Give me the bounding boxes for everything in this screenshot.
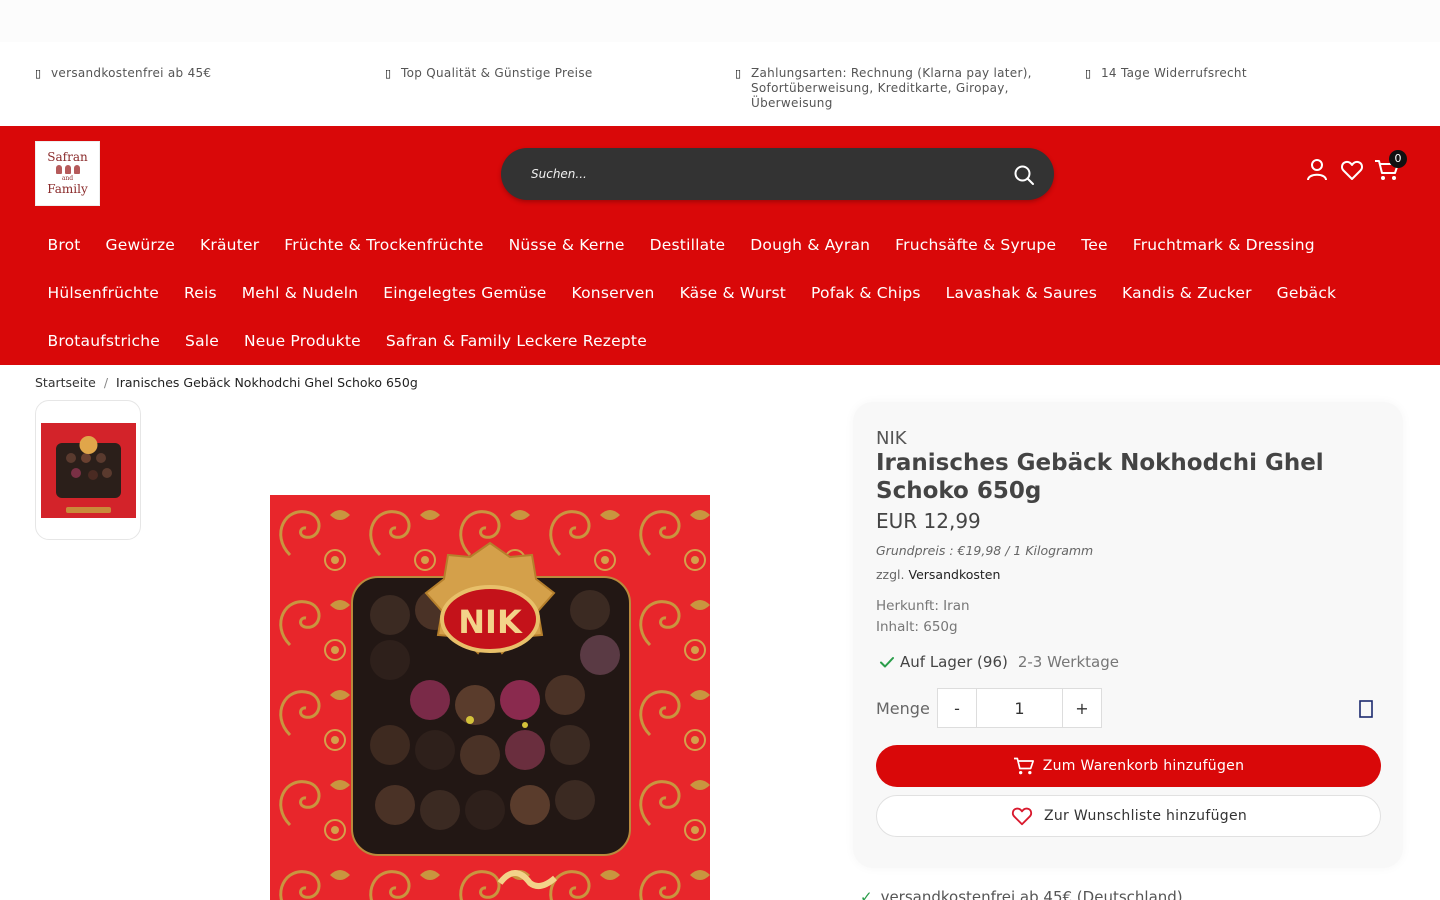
shipping-usp-text: versandkostenfrei ab 45€ (Deutschland): [880, 888, 1183, 900]
quantity-decrease-button[interactable]: -: [937, 688, 977, 728]
product-thumbnail[interactable]: [35, 400, 141, 540]
product-image: NIK: [270, 495, 710, 900]
base-price: Grundpreis : €19,98 / 1 Kilogramm: [876, 543, 1094, 558]
breadcrumb-home-link[interactable]: Startseite: [35, 375, 96, 390]
nav-item[interactable]: Fruchtmark & Dressing: [1120, 236, 1327, 254]
nav-item[interactable]: Eingelegtes Gemüse: [371, 284, 559, 302]
product-content: Inhalt: 650g: [876, 619, 958, 635]
add-to-cart-label: Zum Warenkorb hinzufügen: [1042, 758, 1245, 774]
usp-item: ▯ Top Qualität & Günstige Preise: [385, 66, 711, 81]
site-header: Safran and Family 0 BrotGewürzeKräuterFr…: [0, 126, 1440, 365]
delivery-time: 2-3 Werktage: [1017, 653, 1119, 671]
quantity-stepper: - +: [937, 688, 1102, 728]
nav-row: Brot Gewürze Kräuter Früchte & Trockenfrüch…: [35, 221, 1415, 269]
add-to-wishlist-button[interactable]: Zur Wunschliste hinzufügen: [876, 795, 1381, 837]
usp-item: ▯ versandkostenfrei ab 45€: [35, 66, 361, 81]
check-icon: ▯: [735, 67, 742, 80]
product-main-image[interactable]: NIK: [270, 495, 710, 900]
main-navigation: Brot Gewürze Kräuter Früchte & Trockenfrüch…: [35, 221, 1415, 365]
stock-status: Auf Lager (96) 2-3 Werktage: [878, 653, 1119, 671]
nav-item[interactable]: Neue Produkte: [232, 332, 374, 350]
nav-item[interactable]: Mehl & Nudeln: [229, 284, 371, 302]
usp-text: versandkostenfrei ab 45€: [51, 66, 212, 80]
account-icon[interactable]: [1306, 158, 1328, 182]
usp-item: ▯ 14 Tage Widerrufsrecht: [1085, 66, 1411, 81]
breadcrumb-separator: /: [103, 375, 109, 390]
check-icon: ▯: [385, 67, 392, 80]
product-price: EUR 12,99: [876, 509, 981, 533]
nav-item[interactable]: Dough & Ayran: [738, 236, 883, 254]
usp-text: Top Qualität & Günstige Preise: [401, 66, 593, 80]
nav-item[interactable]: Destillate: [637, 236, 738, 254]
checkmark-icon: ✓: [860, 888, 873, 900]
add-to-wishlist-label: Zur Wunschliste hinzufügen: [1043, 808, 1248, 824]
nav-item[interactable]: Hülsenfrüchte: [35, 284, 171, 302]
nav-row: Brotaufstriche Sale Neue Produkte Safran & …: [35, 317, 1415, 365]
nav-item[interactable]: Kräuter: [188, 236, 272, 254]
shipping-note: zzgl. Versandkosten: [876, 567, 1000, 582]
quantity-increase-button[interactable]: +: [1062, 688, 1102, 728]
search-bar: [501, 148, 1054, 200]
add-to-cart-button[interactable]: Zum Warenkorb hinzufügen: [876, 745, 1381, 787]
shipping-prefix: zzgl.: [876, 567, 905, 582]
nav-item[interactable]: Sale: [173, 332, 232, 350]
box-logo-text: NIK: [458, 603, 523, 641]
shipping-costs-link[interactable]: Versandkosten: [909, 567, 1001, 582]
check-icon: ▯: [1085, 67, 1092, 80]
nav-item[interactable]: Brot: [35, 236, 93, 254]
breadcrumb: Startseite / Iranisches Gebäck Nokhodchi…: [35, 375, 418, 390]
cart-count-badge: 0: [1389, 150, 1407, 168]
product-meta: Herkunft: Iran Inhalt: 650g: [876, 596, 970, 638]
nav-item[interactable]: Reis: [171, 284, 229, 302]
nav-item[interactable]: Käse & Wurst: [667, 284, 798, 302]
heart-icon: [1011, 807, 1033, 826]
nav-item[interactable]: Gewürze: [93, 236, 188, 254]
usp-bar: ▯ versandkostenfrei ab 45€ ▯ Top Qualitä…: [0, 42, 1440, 126]
nav-item[interactable]: Safran & Family Leckere Rezepte: [373, 332, 659, 350]
nav-item[interactable]: Fruchsäfte & Syrupe: [883, 236, 1069, 254]
product-brand[interactable]: NIK: [876, 428, 907, 449]
search-input[interactable]: [531, 148, 991, 200]
nav-row: Hülsenfrüchte Reis Mehl & Nudeln Eingelegte…: [35, 269, 1415, 317]
nav-item[interactable]: Tee: [1069, 236, 1121, 254]
shipping-usp: ✓ versandkostenfrei ab 45€ (Deutschland): [860, 888, 1183, 900]
wishlist-heart-icon[interactable]: [1340, 158, 1364, 182]
quantity-input[interactable]: [977, 688, 1062, 728]
product-origin: Herkunft: Iran: [876, 598, 970, 614]
usp-item: ▯ Zahlungsarten: Rechnung (Klarna pay la…: [735, 66, 1061, 111]
stock-text: Auf Lager (96): [900, 653, 1008, 671]
check-icon: ▯: [35, 67, 42, 80]
site-logo[interactable]: Safran and Family: [35, 141, 100, 206]
usp-text: Zahlungsarten: Rechnung (Klarna pay late…: [751, 66, 1032, 110]
logo-figures: [55, 165, 80, 174]
compare-icon[interactable]: [1359, 700, 1373, 718]
nav-item[interactable]: Pofak & Chips: [799, 284, 934, 302]
top-strip: [0, 0, 1440, 42]
product-title: Iranisches Gebäck Nokhodchi Ghel Schoko …: [876, 450, 1324, 504]
product-info-panel: NIK Iranisches Gebäck Nokhodchi Ghel Sch…: [853, 402, 1403, 868]
nav-item[interactable]: Kandis & Zucker: [1109, 284, 1264, 302]
nav-item[interactable]: Früchte & Trockenfrüchte: [272, 236, 496, 254]
logo-text: Safran: [47, 150, 88, 164]
quantity-label: Menge: [876, 699, 930, 718]
nav-item[interactable]: Lavashak & Saures: [933, 284, 1109, 302]
usp-text: 14 Tage Widerrufsrecht: [1101, 66, 1247, 80]
search-icon[interactable]: [1012, 163, 1036, 187]
checkmark-icon: [880, 657, 894, 668]
nav-item[interactable]: Nüsse & Kerne: [496, 236, 637, 254]
nav-item[interactable]: Gebäck: [1264, 284, 1349, 302]
breadcrumb-current: Iranisches Gebäck Nokhodchi Ghel Schoko …: [116, 375, 418, 390]
cart-icon: [1013, 757, 1034, 775]
nav-item[interactable]: Brotaufstriche: [35, 332, 173, 350]
logo-text: Family: [47, 182, 88, 196]
product-thumbnail-image: [41, 423, 136, 518]
nav-item[interactable]: Konserven: [559, 284, 667, 302]
